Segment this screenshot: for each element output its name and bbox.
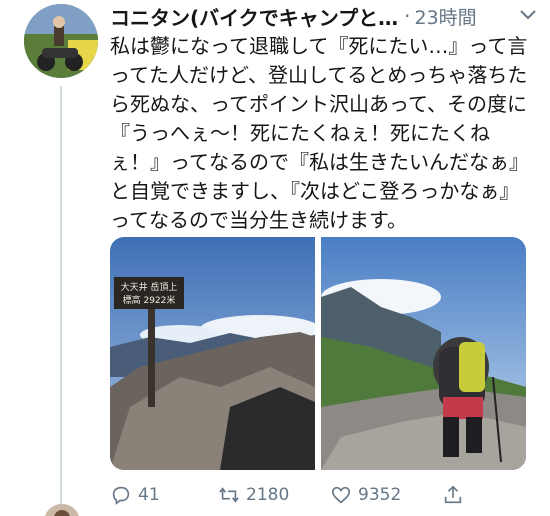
action-bar: 41 2180 9352 [110, 482, 510, 508]
retweet-icon [219, 487, 239, 503]
author-name[interactable]: コニタン(バイクでキャンプと… [110, 2, 398, 31]
avatar-image [24, 4, 98, 78]
like-icon [331, 486, 351, 504]
share-icon [444, 485, 462, 504]
tweet-text: 私は鬱になって退職して『死にたい…』って言ってた人だけど、登山してるとめっちゃ落… [110, 34, 529, 232]
reply-button[interactable]: 41 [110, 484, 160, 506]
sign-line2: 標高 2922米 [123, 294, 176, 306]
chevron-down-icon[interactable] [516, 2, 540, 26]
separator-dot: · [404, 4, 411, 28]
sign-line1: 大天井 岳頂上 [121, 281, 178, 293]
like-count: 9352 [358, 485, 402, 505]
next-tweet-avatar[interactable] [44, 504, 80, 516]
thread-line [60, 86, 62, 506]
share-button[interactable] [442, 484, 464, 506]
photo-summit-sign[interactable]: 大天井 岳頂上 標高 2922米 [110, 237, 315, 470]
retweet-count: 2180 [246, 485, 290, 505]
reply-count: 41 [138, 485, 160, 505]
photo-hiker[interactable] [321, 237, 526, 470]
hiker-photo-image [321, 237, 526, 470]
reply-icon [112, 486, 130, 505]
tweet-header: コニタン(バイクでキャンプと… · 23時間 [110, 2, 540, 30]
media-grid: 大天井 岳頂上 標高 2922米 [110, 237, 526, 470]
next-avatar-image [44, 504, 80, 516]
like-button[interactable]: 9352 [330, 484, 401, 506]
retweet-button[interactable]: 2180 [218, 484, 289, 506]
avatar[interactable] [24, 4, 98, 78]
summit-photo-image: 大天井 岳頂上 標高 2922米 [110, 237, 315, 470]
timestamp[interactable]: 23時間 [415, 3, 477, 30]
